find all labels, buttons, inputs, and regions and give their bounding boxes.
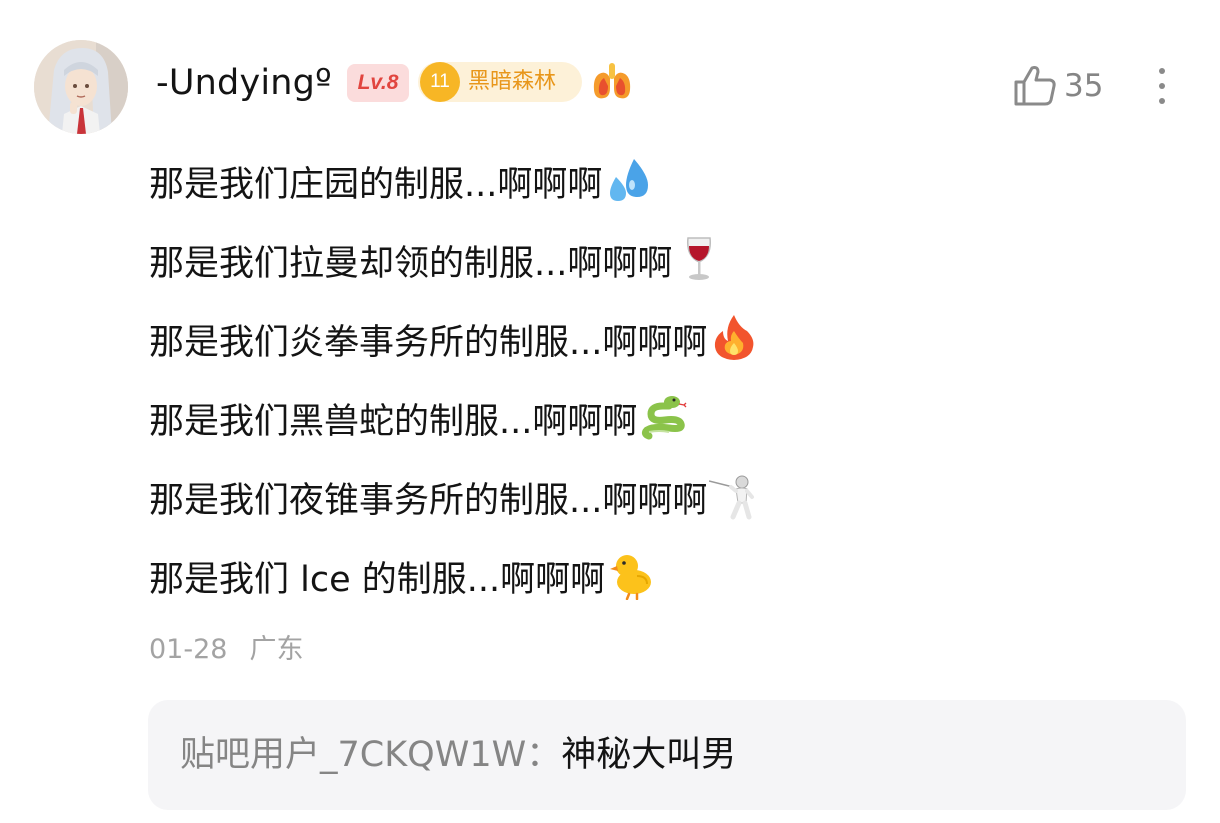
comment-line: 那是我们炎拳事务所的制服...啊啊啊 <box>149 304 759 383</box>
fencer-emoji <box>709 475 755 520</box>
comment-line-text: 那是我们炎拳事务所的制服...啊啊啊 <box>149 323 708 363</box>
reply-content: 神秘大叫男 <box>561 735 737 775</box>
baby-chick-emoji <box>610 555 652 600</box>
forum-level-icon: 11 <box>420 62 460 102</box>
avatar[interactable] <box>34 40 128 134</box>
fire-emoji <box>715 315 754 360</box>
username[interactable]: -Undyingº <box>156 58 332 108</box>
comment-date: 01-28 <box>149 634 228 665</box>
level-badge: Lv.8 <box>347 64 409 102</box>
reply-preview[interactable]: 贴吧用户_7CKQW1W：神秘大叫男 <box>148 700 1186 810</box>
comment-line: 那是我们庄园的制服...啊啊啊 <box>149 146 759 225</box>
avatar-image <box>34 40 128 134</box>
lungs-medal-icon <box>593 63 631 99</box>
sweat-droplets-emoji <box>610 159 649 201</box>
comment-line-text: 那是我们 lce 的制服...啊啊啊 <box>149 560 606 600</box>
thumbs-up-icon[interactable] <box>1012 62 1058 108</box>
snake-emoji <box>642 396 687 440</box>
comment-meta: 01-28 广东 <box>149 628 303 672</box>
comment-line: 那是我们拉曼却领的制服...啊啊啊 <box>149 225 759 304</box>
more-vertical-icon[interactable] <box>1150 64 1174 108</box>
comment-body: 那是我们庄园的制服...啊啊啊 那是我们拉曼却领的制服...啊啊啊 那是我们炎拳… <box>149 146 759 620</box>
reply-preview-text: 贴吧用户_7CKQW1W：神秘大叫男 <box>180 700 736 810</box>
reply-separator: ： <box>526 735 562 775</box>
comment-line: 那是我们 lce 的制服...啊啊啊 <box>149 541 759 620</box>
forum-badge-name: 黑暗森林 <box>468 69 557 94</box>
comment-line-text: 那是我们庄园的制服...啊啊啊 <box>149 165 603 205</box>
like-count: 35 <box>1064 68 1104 104</box>
reply-username[interactable]: 贴吧用户_7CKQW1W <box>180 735 526 775</box>
comment-line-text: 那是我们拉曼却领的制服...啊啊啊 <box>149 244 673 284</box>
comment-line-text: 那是我们黑兽蛇的制服...啊啊啊 <box>149 402 638 442</box>
comment-line: 那是我们黑兽蛇的制服...啊啊啊 <box>149 383 759 462</box>
comment-location: 广东 <box>249 634 304 665</box>
wine-glass-emoji <box>687 237 712 280</box>
comment-line: 那是我们夜锥事务所的制服...啊啊啊 <box>149 462 759 541</box>
comment-line-text: 那是我们夜锥事务所的制服...啊啊啊 <box>149 481 708 521</box>
